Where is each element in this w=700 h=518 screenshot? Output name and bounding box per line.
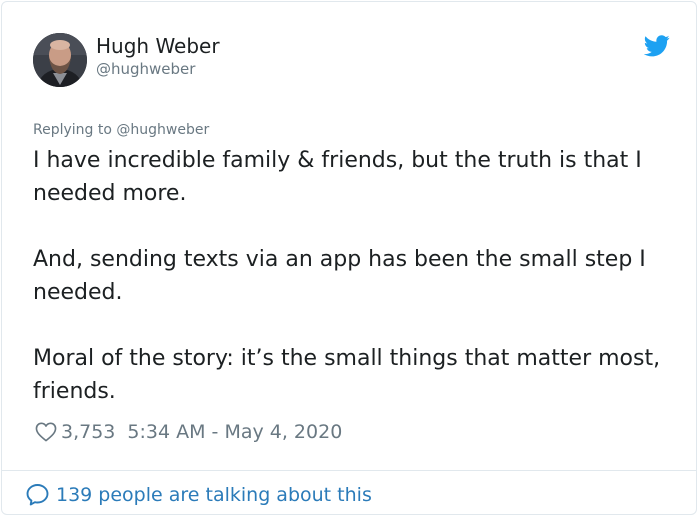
tweet-meta: 3,753 5:34 AM - May 4, 2020	[35, 418, 342, 446]
twitter-bird-icon[interactable]	[644, 35, 670, 57]
replying-to[interactable]: Replying to @hughweber	[33, 122, 209, 138]
tweet-paragraph: I have incredible family & friends, but …	[33, 148, 642, 206]
tweet-paragraph: Moral of the story: it’s the small thing…	[33, 346, 661, 404]
heart-icon[interactable]	[35, 422, 57, 442]
talking-link[interactable]: 139 people are talking about this	[25, 480, 372, 510]
avatar[interactable]	[33, 33, 87, 87]
author-handle[interactable]: @hughweber	[96, 60, 195, 78]
author-name[interactable]: Hugh Weber	[96, 34, 220, 58]
like-count[interactable]: 3,753	[61, 421, 115, 443]
tweet-text: I have incredible family & friends, but …	[33, 144, 663, 408]
tweet-paragraph: And, sending texts via an app has been t…	[33, 247, 646, 305]
avatar-image	[33, 33, 87, 87]
talking-label[interactable]: 139 people are talking about this	[56, 484, 372, 506]
timestamp[interactable]: 5:34 AM - May 4, 2020	[127, 421, 342, 443]
speech-bubble-icon	[26, 484, 49, 506]
divider	[2, 470, 696, 471]
tweet-card: Hugh Weber @hughweber Replying to @hughw…	[1, 1, 697, 515]
